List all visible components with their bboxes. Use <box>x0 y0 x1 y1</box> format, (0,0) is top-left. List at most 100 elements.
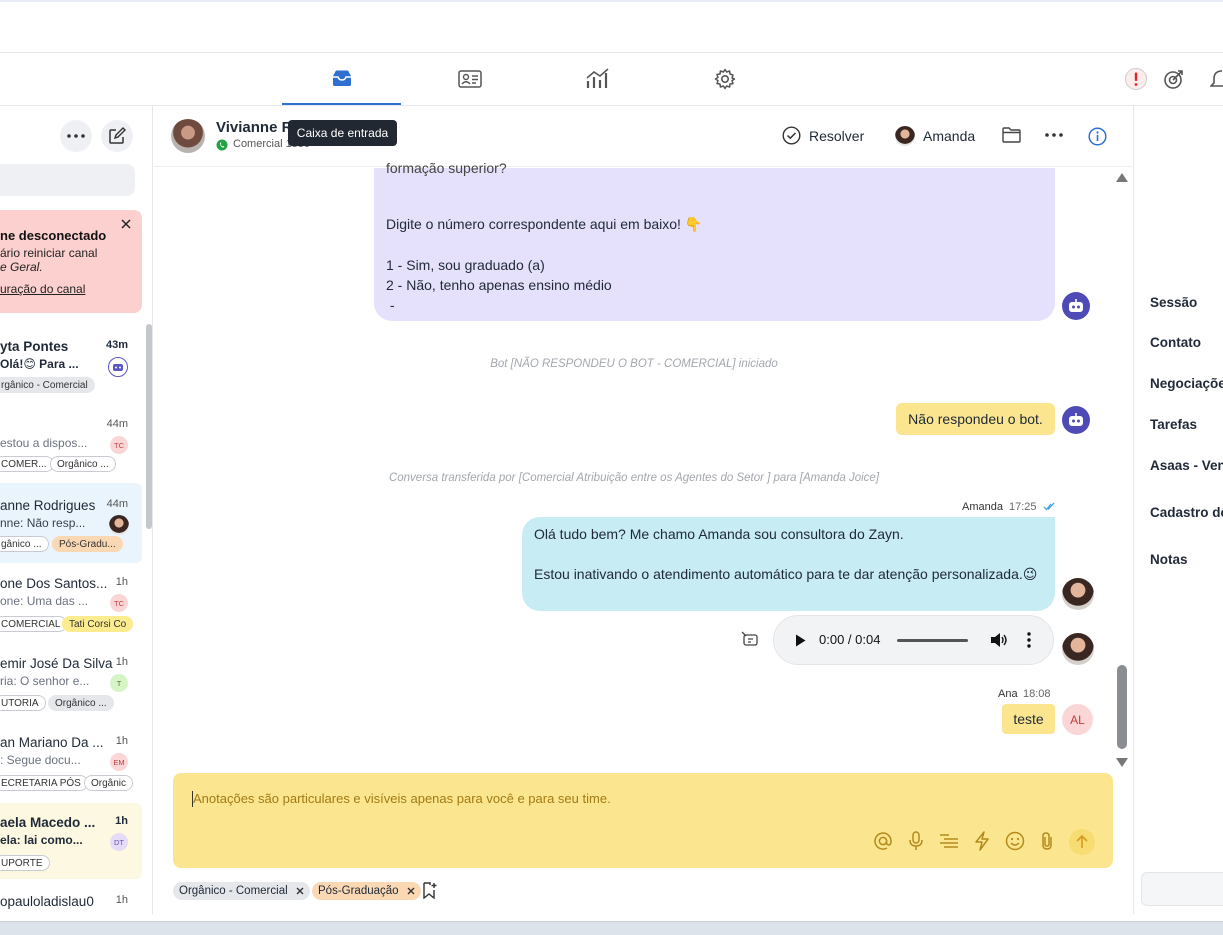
message-preview: : Segue docu... <box>0 753 81 767</box>
conversation-tag: Orgânico ... <box>48 695 114 711</box>
composer[interactable]: Anotações são particulares e visíveis ap… <box>173 773 1113 868</box>
contact-name: aela Macedo ... <box>0 815 96 830</box>
bot-message-bubble: formação superior? Digite o número corre… <box>374 160 1055 321</box>
alert-line-1: ário reiniciar canal <box>0 246 98 260</box>
message-text: formação superior? <box>386 160 507 176</box>
message-text: 2 - Não, tenho apenas ensino médio <box>386 277 612 293</box>
section-deals[interactable]: Negociaçõe <box>1150 376 1223 391</box>
volume-icon[interactable] <box>990 632 1008 648</box>
conversation-item[interactable]: emir José Da Silva 1h ria: O senhor e...… <box>0 656 142 716</box>
contact-name: opauloladislau0 <box>0 894 94 909</box>
time-label: 1h <box>115 576 128 588</box>
avatar <box>109 515 129 535</box>
more-options-button[interactable] <box>60 120 92 152</box>
contact-name: an Mariano Da ... <box>0 735 104 750</box>
settings-icon <box>714 68 736 90</box>
microphone-icon[interactable] <box>908 831 924 851</box>
message-preview: one: Uma das ... <box>0 594 89 608</box>
alert-icon[interactable] <box>1124 67 1148 91</box>
section-session[interactable]: Sessão <box>1150 295 1197 310</box>
lightning-icon[interactable] <box>974 831 990 851</box>
new-conversation-button[interactable] <box>101 120 133 152</box>
attachment-icon[interactable] <box>1040 831 1054 851</box>
info-icon[interactable] <box>1088 127 1107 146</box>
section-notes[interactable]: Notas <box>1150 552 1188 567</box>
robot-icon <box>1068 413 1084 427</box>
message-text: Olá tudo bem? Me chamo Amanda sou consul… <box>534 526 904 542</box>
text-format-icon[interactable] <box>939 833 959 849</box>
conversation-item[interactable]: an Mariano Da ... 1h : Segue docu... EM … <box>0 735 142 795</box>
message-preview: estou a dispos... <box>0 436 88 450</box>
double-check-icon <box>1043 502 1055 511</box>
tab-contacts[interactable] <box>410 53 529 105</box>
assignee-button[interactable]: Amanda <box>895 126 975 146</box>
top-bar <box>0 0 1223 53</box>
avatar: EM <box>110 753 128 771</box>
audio-progress-bar[interactable] <box>897 639 968 642</box>
time-label: 1h <box>115 894 128 906</box>
agent-avatar <box>1062 578 1094 610</box>
message-time: 18:08 <box>1023 688 1051 700</box>
emoji-icon[interactable] <box>1005 831 1025 851</box>
list-scrollbar[interactable] <box>146 324 152 529</box>
message-preview: nne: Não resp... <box>0 516 86 530</box>
scroll-up-arrow[interactable] <box>1116 173 1128 182</box>
conversation-item[interactable]: opauloladislau0 1h <box>0 894 142 914</box>
sender-name: Amanda <box>962 501 1003 513</box>
section-asaas[interactable]: Asaas - Ven <box>1150 458 1223 473</box>
conversation-item[interactable]: 44m estou a dispos... TC COMER... Orgâni… <box>0 418 142 478</box>
tab-reports[interactable] <box>538 53 657 105</box>
section-tasks[interactable]: Tarefas <box>1150 417 1197 432</box>
section-contact[interactable]: Contato <box>1150 335 1201 350</box>
tab-settings[interactable] <box>665 53 784 105</box>
target-icon[interactable] <box>1163 68 1185 90</box>
scroll-down-arrow[interactable] <box>1116 758 1128 767</box>
search-input[interactable] <box>0 164 135 196</box>
resolve-label: Resolver <box>809 127 865 144</box>
chat-scrollbar-thumb[interactable] <box>1117 665 1127 749</box>
bot-avatar <box>108 357 128 377</box>
conversation-label: Pós-Graduação <box>312 882 421 900</box>
time-label: 1h <box>115 815 128 827</box>
chat-area: Vivianne R Comercial 1330 Caixa de entra… <box>154 106 1132 914</box>
conversation-item[interactable]: yta Pontes 43m Olá!😊 Para ... rgânico - … <box>0 339 142 399</box>
arrow-up-icon <box>1076 835 1088 849</box>
audio-player: 0:00 / 0:04 <box>773 615 1054 665</box>
play-icon[interactable] <box>795 634 806 647</box>
robot-icon <box>112 362 124 372</box>
conversation-tag: UTORIA <box>0 695 46 711</box>
compose-icon <box>108 127 126 145</box>
vertical-ellipsis-icon[interactable] <box>1027 632 1031 648</box>
conversation-item-selected[interactable]: anne Rodrigues 44m nne: Não resp... gâni… <box>0 498 142 558</box>
transcribe-icon[interactable] <box>741 631 759 647</box>
add-label-icon[interactable] <box>422 882 438 899</box>
message-preview: ria: O senhor e... <box>0 674 90 688</box>
resolve-button[interactable]: Resolver <box>782 126 864 145</box>
message-preview: Olá!😊 Para ... <box>0 357 79 371</box>
close-icon[interactable] <box>121 219 131 229</box>
conversation-item[interactable]: aela Macedo ... 1h ela: lai como... DT U… <box>0 815 142 875</box>
whatsapp-icon <box>216 139 228 151</box>
alert-link[interactable]: uração do canal <box>0 282 85 296</box>
contact-name: yta Pontes <box>0 339 69 354</box>
alert-title: ne desconectado <box>0 228 107 243</box>
system-message: Conversa transferida por [Comercial Atri… <box>388 472 880 484</box>
message-time: 17:25 <box>1009 501 1037 513</box>
conversation-item[interactable]: one Dos Santos... 1h one: Uma das ... TC… <box>0 576 142 636</box>
ellipsis-icon[interactable] <box>1045 133 1063 137</box>
conversation-tag: ECRETARIA PÓS <box>0 775 88 791</box>
panel-action-button[interactable] <box>1141 872 1223 906</box>
mention-icon[interactable] <box>873 831 893 851</box>
alert-line-2: e Geral. <box>0 260 43 274</box>
conversation-tag: Orgânico ... <box>50 456 116 472</box>
bell-icon[interactable] <box>1210 68 1223 90</box>
close-icon[interactable] <box>407 887 415 895</box>
folder-icon[interactable] <box>1002 127 1021 143</box>
close-icon[interactable] <box>296 887 304 895</box>
tab-inbox[interactable] <box>282 53 401 105</box>
time-label: 44m <box>106 418 128 430</box>
send-button[interactable] <box>1069 829 1095 855</box>
contacts-icon <box>457 70 482 88</box>
bot-avatar <box>1062 406 1090 434</box>
section-registration[interactable]: Cadastro de <box>1150 505 1223 520</box>
